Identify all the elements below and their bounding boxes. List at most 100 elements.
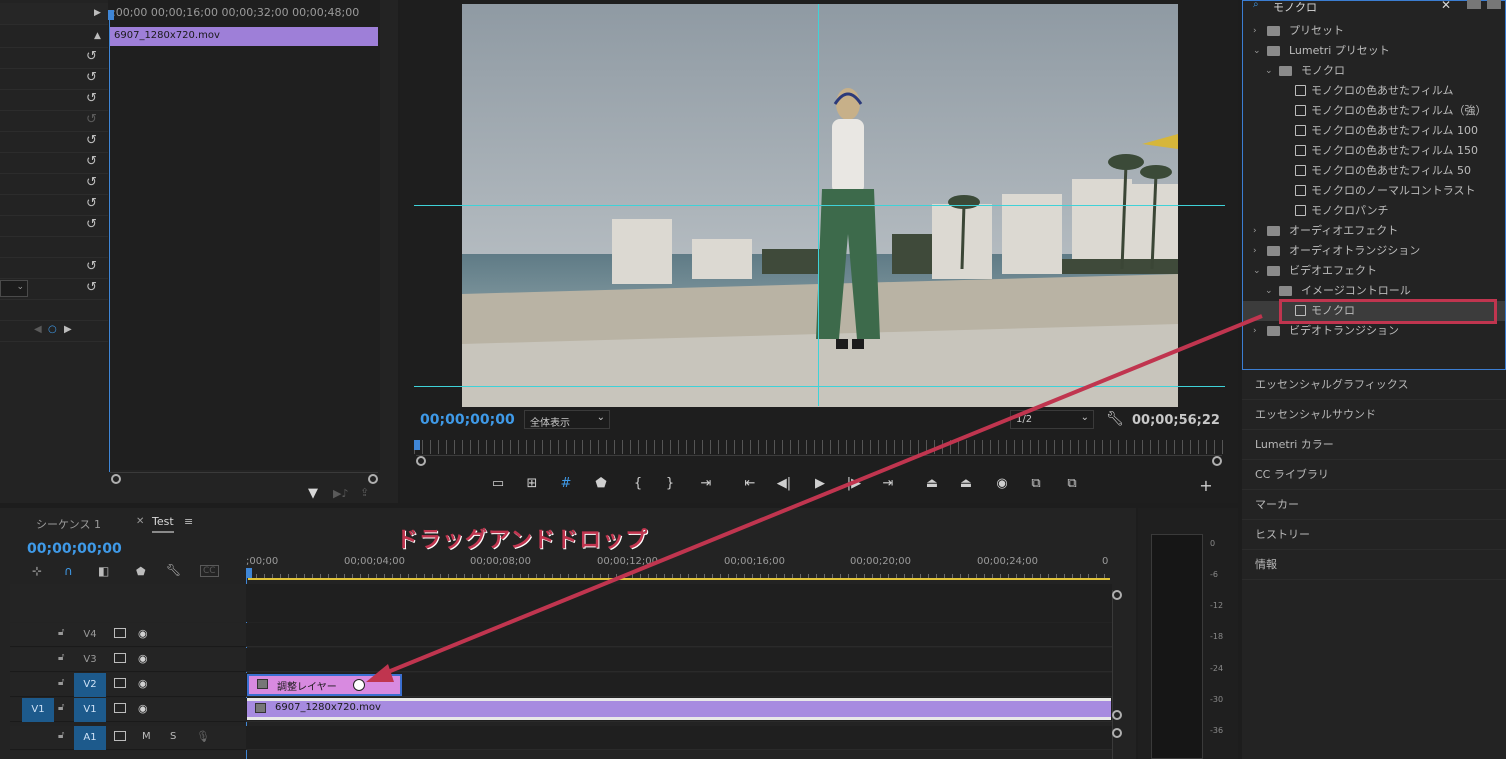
guide-horizontal-top[interactable]: [414, 205, 1225, 206]
reset-icon[interactable]: ↺: [86, 71, 100, 85]
program-zoom-scrollbar[interactable]: [416, 455, 1222, 466]
mark-out-icon[interactable]: }: [660, 476, 680, 491]
step-forward-icon[interactable]: |▶: [844, 476, 864, 491]
tab-sequence-1[interactable]: シーケンス 1: [36, 516, 101, 532]
tree-item-preset[interactable]: モノクロの色あせたフィルム: [1243, 81, 1505, 101]
mark-in-icon[interactable]: {: [628, 476, 648, 491]
reset-icon[interactable]: ↺: [86, 197, 100, 211]
scroll-handle-bottom-2[interactable]: [1112, 728, 1122, 738]
linked-selection-icon[interactable]: ◧: [98, 564, 109, 578]
reset-icon[interactable]: ↺: [86, 176, 100, 190]
reset-icon[interactable]: ↺: [86, 155, 100, 169]
scroll-handle-top[interactable]: [1112, 590, 1122, 600]
zoom-level-dropdown[interactable]: 全体表示 ⌄: [524, 410, 610, 429]
compare-view-icon[interactable]: ⧉: [1026, 476, 1046, 491]
track-lane-v4[interactable]: [246, 623, 1112, 647]
eye-icon[interactable]: ◉: [138, 702, 148, 715]
track-lane-v3[interactable]: [246, 648, 1112, 672]
collapse-arrow-icon[interactable]: ▲: [94, 31, 101, 41]
safe-margins-icon[interactable]: ▭: [488, 476, 508, 491]
track-name[interactable]: V1: [74, 698, 106, 722]
ec-time-ruler[interactable]: :00;00 00;00;16;00 00;00;32;00 00;00;48;…: [108, 6, 380, 24]
eye-icon[interactable]: ◉: [138, 677, 148, 690]
timeline-vertical-scrollbar[interactable]: [1112, 590, 1122, 759]
tree-item-preset[interactable]: モノクロの色あせたフィルム（強）: [1243, 101, 1505, 121]
panel-cc-libraries[interactable]: CC ライブラリ: [1242, 460, 1506, 490]
lock-icon[interactable]: 🔓︎: [58, 652, 64, 663]
lift-icon[interactable]: ⏏: [922, 476, 942, 491]
add-marker-icon[interactable]: ⬟: [591, 476, 611, 491]
tree-item-video-effects[interactable]: ⌄ ビデオエフェクト: [1243, 261, 1505, 281]
blend-mode-dropdown[interactable]: ⌄: [0, 280, 28, 297]
panel-lumetri-color[interactable]: Lumetri カラー: [1242, 430, 1506, 460]
tree-item-video-transitions[interactable]: › ビデオトランジション: [1243, 321, 1505, 341]
add-marker-icon[interactable]: ⬟: [136, 565, 146, 578]
eye-icon[interactable]: ◉: [138, 627, 148, 640]
guides-icon[interactable]: #: [556, 476, 576, 491]
program-time-ruler[interactable]: [414, 440, 1224, 454]
effects-search-input[interactable]: モノクロ: [1273, 0, 1317, 15]
lock-icon[interactable]: 🔓︎: [58, 627, 64, 638]
wrench-icon[interactable]: 🔧︎: [166, 563, 181, 577]
scroll-handle-right[interactable]: [368, 474, 378, 484]
track-name[interactable]: V4: [74, 623, 106, 647]
wrench-icon[interactable]: 🔧︎: [1106, 411, 1124, 427]
ec-clip-bar[interactable]: 6907_1280x720.mov: [110, 27, 378, 46]
next-keyframe-icon[interactable]: ▶: [64, 324, 72, 335]
tree-item-audio-effects[interactable]: › オーディオエフェクト: [1243, 221, 1505, 241]
solo-button[interactable]: S: [170, 731, 176, 742]
tab-test[interactable]: Test: [152, 515, 174, 533]
close-tab-icon[interactable]: ✕: [136, 516, 144, 527]
panel-essential-sound[interactable]: エッセンシャルサウンド: [1242, 400, 1506, 430]
camera-toggle-icon[interactable]: [114, 653, 126, 663]
prev-keyframe-icon[interactable]: ◀: [34, 324, 42, 335]
tree-item-mono-folder[interactable]: ⌄ モノクロ: [1243, 61, 1505, 81]
32bit-effects-icon[interactable]: [1487, 0, 1501, 9]
toggle-proxies-icon[interactable]: ⧉: [1062, 476, 1082, 491]
scroll-handle-right[interactable]: [1212, 456, 1222, 466]
sync-lock-icon[interactable]: [114, 731, 126, 741]
tree-item-preset[interactable]: モノクロのノーマルコントラスト: [1243, 181, 1505, 201]
expand-arrow-icon[interactable]: ▶: [94, 8, 101, 18]
tree-item-image-control[interactable]: ⌄ イメージコントロール: [1243, 281, 1505, 301]
camera-toggle-icon[interactable]: [114, 703, 126, 713]
tree-item-audio-transitions[interactable]: › オーディオトランジション: [1243, 241, 1505, 261]
microphone-icon[interactable]: 🎙︎: [196, 730, 210, 743]
timeline-playhead-handle[interactable]: [246, 568, 252, 578]
track-name[interactable]: V3: [74, 648, 106, 672]
ec-playhead[interactable]: [109, 12, 110, 472]
go-to-in-icon[interactable]: ⇥: [696, 476, 716, 491]
accelerated-effects-icon[interactable]: [1467, 0, 1481, 9]
program-current-timecode[interactable]: 00;00;00;00: [420, 412, 515, 428]
clip-video[interactable]: 6907_1280x720.mov: [247, 698, 1111, 720]
reset-icon[interactable]: ↺: [86, 281, 100, 295]
add-keyframe-icon[interactable]: ○: [48, 324, 57, 335]
play-icon[interactable]: ▶: [810, 476, 830, 491]
tree-item-preset[interactable]: モノクロの色あせたフィルム 50: [1243, 161, 1505, 181]
lock-icon[interactable]: 🔓︎: [58, 730, 64, 741]
tab-menu-icon[interactable]: ≡: [184, 515, 193, 528]
panel-markers[interactable]: マーカー: [1242, 490, 1506, 520]
tree-item-preset[interactable]: モノクロの色あせたフィルム 150: [1243, 141, 1505, 161]
work-area-bar[interactable]: [248, 578, 1110, 580]
reset-icon[interactable]: ↺: [86, 134, 100, 148]
resolution-dropdown[interactable]: 1/2 ⌄: [1010, 410, 1094, 429]
tree-item-preset[interactable]: モノクロの色あせたフィルム 100: [1243, 121, 1505, 141]
tree-item-lumetri-presets[interactable]: ⌄ Lumetri プリセット: [1243, 41, 1505, 61]
tree-item-presets[interactable]: › プリセット: [1243, 21, 1505, 41]
camera-icon[interactable]: ◉: [992, 476, 1012, 491]
lock-icon[interactable]: 🔓︎: [58, 677, 64, 688]
reset-icon[interactable]: ↺: [86, 218, 100, 232]
track-name[interactable]: V2: [74, 673, 106, 697]
source-patch-v1[interactable]: V1: [22, 698, 54, 722]
add-button-icon[interactable]: +: [1196, 476, 1216, 495]
mute-button[interactable]: M: [142, 731, 151, 742]
eye-icon[interactable]: ◉: [138, 652, 148, 665]
extract-icon[interactable]: ⏏: [956, 476, 976, 491]
track-lane-a1[interactable]: [246, 726, 1112, 750]
guide-horizontal-bottom[interactable]: [414, 386, 1225, 387]
ec-playhead-handle[interactable]: [108, 10, 114, 20]
reset-icon[interactable]: ↺: [86, 50, 100, 64]
step-back-icon[interactable]: ◀|: [774, 476, 794, 491]
panel-info[interactable]: 情報: [1242, 550, 1506, 580]
